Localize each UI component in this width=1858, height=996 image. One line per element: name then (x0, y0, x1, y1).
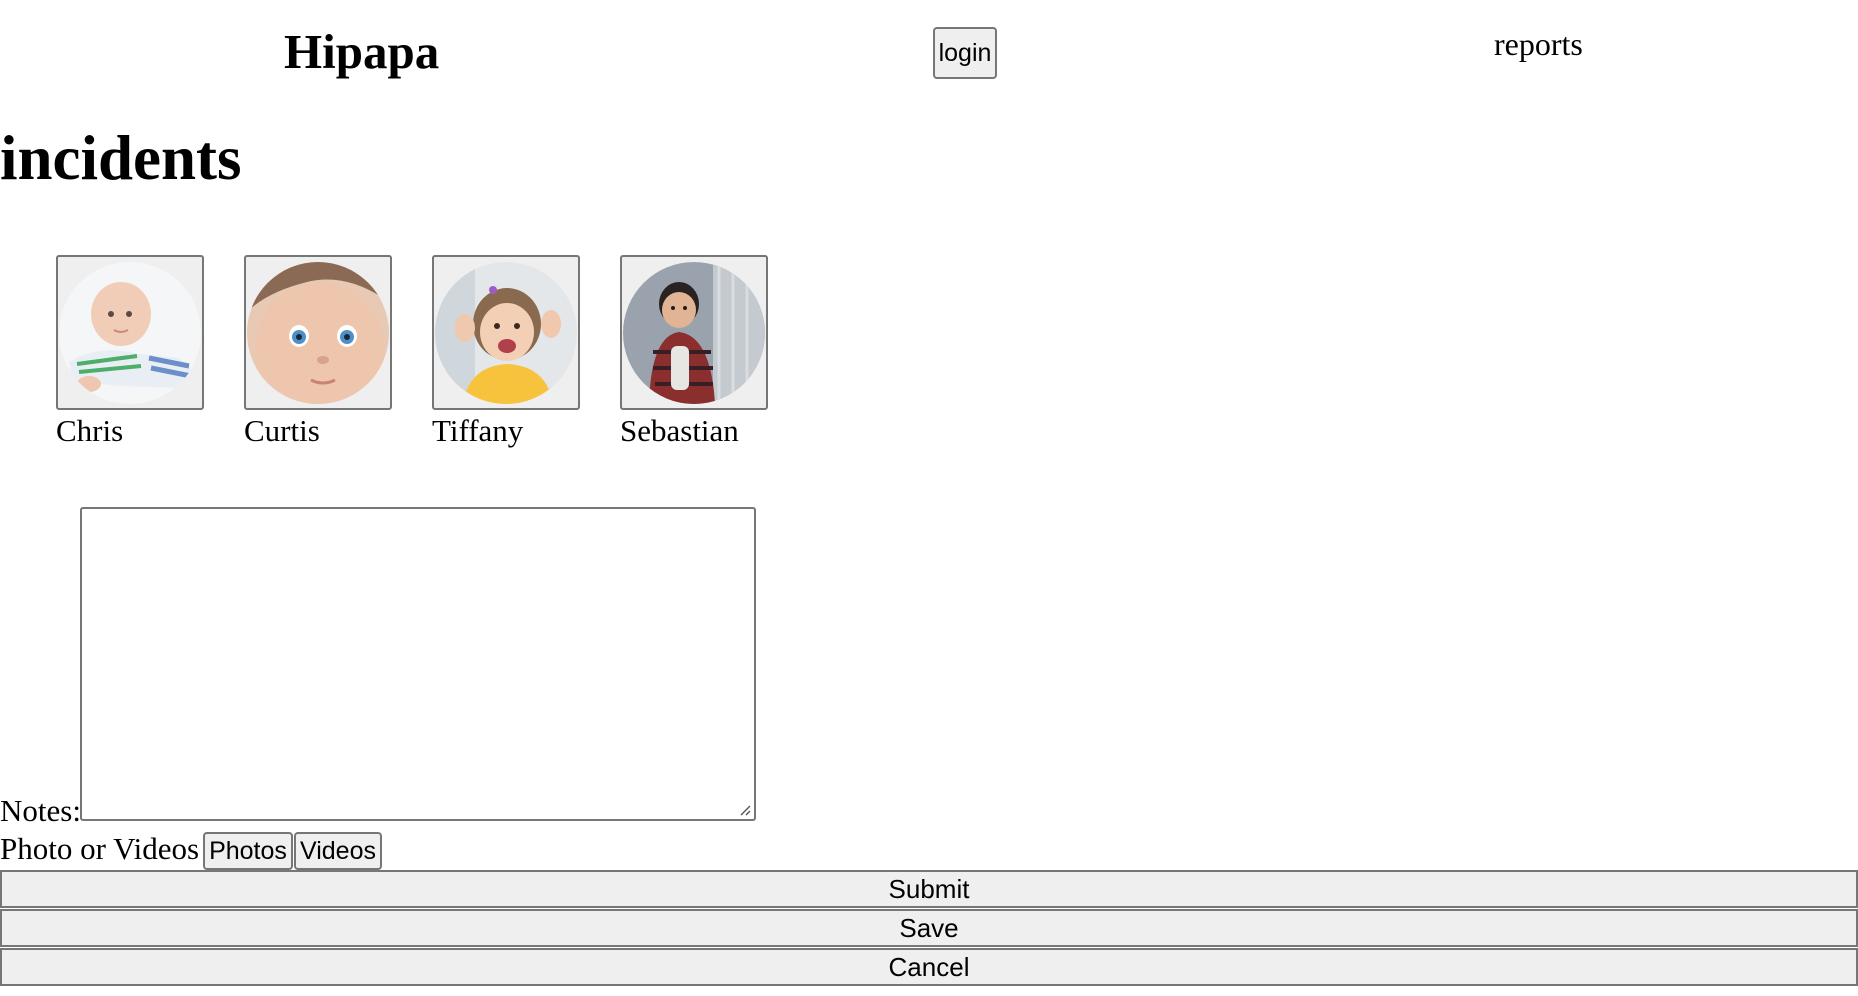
child-avatar-button[interactable] (56, 255, 204, 410)
photos-button[interactable]: Photos (203, 832, 293, 870)
save-button[interactable]: Save (0, 909, 1858, 947)
submit-button[interactable]: Submit (0, 870, 1858, 908)
child-name: Sebastian (620, 413, 739, 448)
child-name: Chris (56, 413, 124, 448)
videos-button[interactable]: Videos (294, 832, 382, 870)
media-label: Photo or Videos (0, 831, 200, 866)
incidents-page: Hipapa login reports incidents Chris Cur… (0, 0, 1858, 996)
children-list: Chris Curtis Tiffany Sebastian (56, 255, 768, 451)
baby-blue-eyes-photo (247, 261, 389, 404)
child-avatar-button[interactable] (432, 255, 580, 410)
reports-link[interactable]: reports (1494, 24, 1583, 64)
toddler-girl-waving-photo (435, 261, 577, 404)
child-item-tiffany[interactable]: Tiffany (432, 255, 580, 451)
brand-title: Hipapa (284, 24, 440, 79)
child-item-curtis[interactable]: Curtis (244, 255, 392, 451)
cancel-button[interactable]: Cancel (0, 948, 1858, 986)
child-item-sebastian[interactable]: Sebastian (620, 255, 768, 451)
notes-label: Notes: (0, 793, 81, 828)
login-button[interactable]: login (933, 27, 997, 79)
child-item-chris[interactable]: Chris (56, 255, 204, 451)
resize-grip-icon[interactable] (737, 802, 751, 816)
child-avatar-button[interactable] (620, 255, 768, 410)
toddler-boy-sitting-photo (623, 261, 765, 404)
notes-textarea[interactable] (80, 507, 756, 821)
baby-lying-photo (59, 261, 201, 404)
page-title: incidents (0, 123, 242, 193)
child-avatar-button[interactable] (244, 255, 392, 410)
child-name: Curtis (244, 413, 320, 448)
child-name: Tiffany (432, 413, 524, 448)
